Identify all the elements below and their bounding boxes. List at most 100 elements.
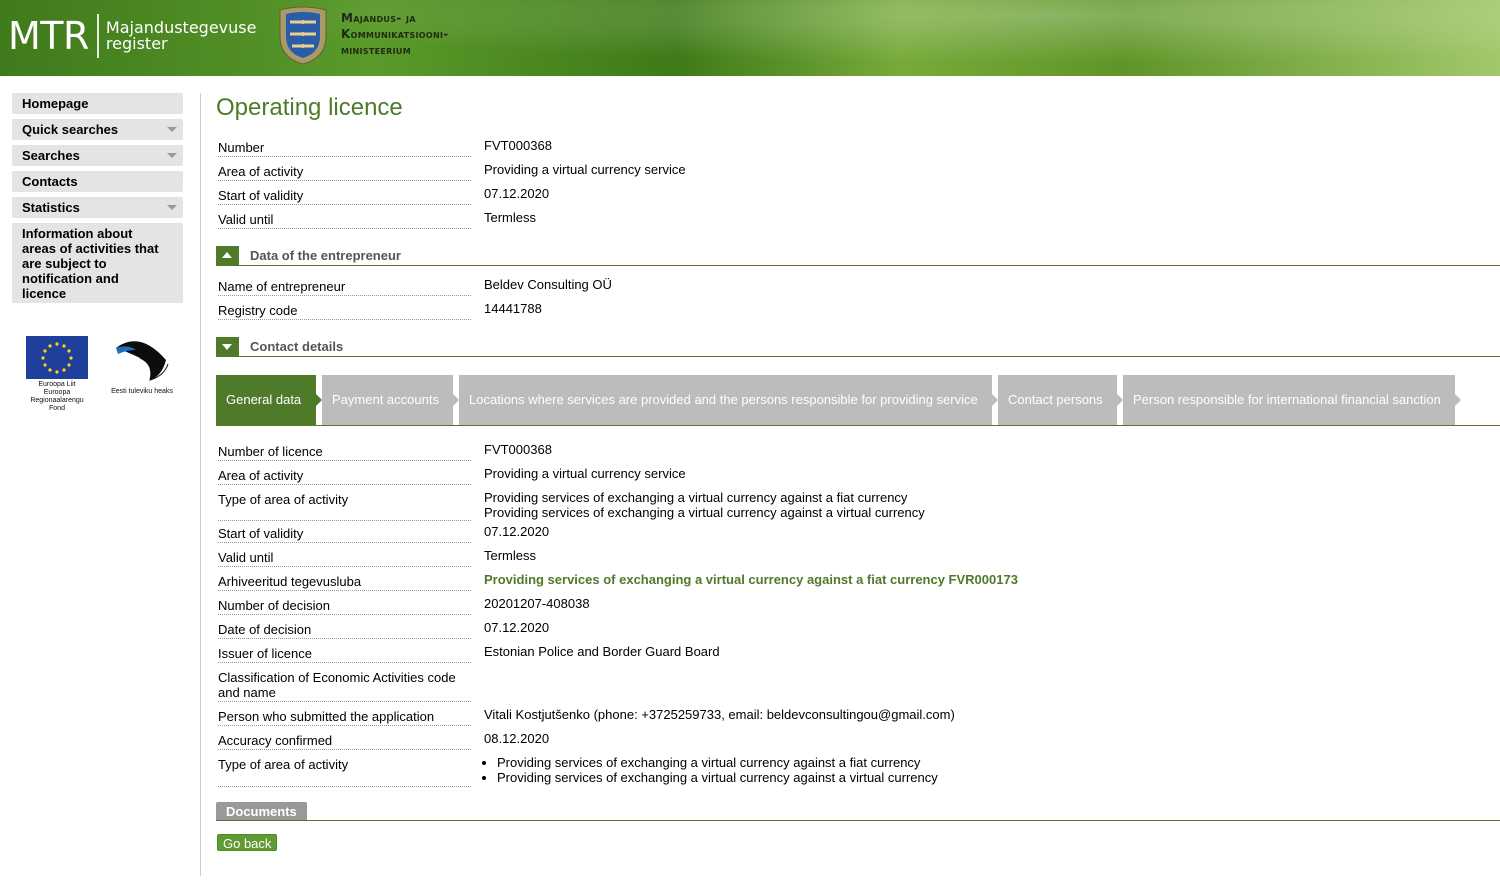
chevron-down-icon bbox=[167, 205, 177, 210]
field-value: Termless bbox=[484, 210, 537, 225]
field-value: 07.12.2020 bbox=[484, 524, 550, 539]
field-value: Providing a virtual currency service bbox=[484, 162, 686, 177]
field-label: Classification of Economic Activities co… bbox=[218, 670, 471, 702]
tab-label: Person responsible for international fin… bbox=[1133, 392, 1441, 407]
field-value: 07.12.2020 bbox=[484, 620, 550, 635]
field-label: Start of validity bbox=[218, 526, 471, 543]
eu-caption-line2: Euroopa bbox=[43, 389, 71, 396]
type-line2: Providing services of exchanging a virtu… bbox=[484, 505, 925, 520]
tab-locations[interactable]: Locations where services are provided an… bbox=[459, 375, 998, 425]
chevron-down-icon bbox=[167, 127, 177, 132]
nav-item-statistics[interactable]: Statistics bbox=[12, 197, 183, 218]
mtr-logo[interactable]: MTR Majandustegevuse register bbox=[8, 14, 256, 58]
chevron-up-icon bbox=[222, 252, 232, 258]
eesti-tuleviku-heaks-logo: Eesti tuleviku heaks bbox=[110, 336, 174, 396]
eu-caption: Euroopa Liit Euroopa Regionaalarengu Fon… bbox=[22, 381, 92, 413]
tab-contact-persons[interactable]: Contact persons bbox=[998, 375, 1123, 425]
nav-item-homepage[interactable]: Homepage bbox=[12, 93, 183, 114]
tab-bar: General data Payment accounts Locations … bbox=[216, 375, 1500, 426]
field-label: Date of decision bbox=[218, 622, 471, 639]
field-label: Area of activity bbox=[218, 468, 471, 485]
tab-label: General data bbox=[226, 392, 302, 407]
nav-item-label: Homepage bbox=[22, 96, 89, 111]
eu-regional-fund-logo: Euroopa Liit Euroopa Regionaalarengu Fon… bbox=[22, 336, 92, 413]
collapse-toggle-button[interactable] bbox=[216, 246, 239, 265]
field-value: Providing a virtual currency service bbox=[484, 466, 686, 481]
field-label: Person who submitted the application bbox=[218, 709, 471, 726]
field-label: Number of decision bbox=[218, 598, 471, 615]
field-value: Providing services of exchanging a virtu… bbox=[484, 490, 925, 520]
field-label: Area of activity bbox=[218, 164, 471, 181]
field-label: Number bbox=[218, 140, 471, 157]
nav-item-label: Quick searches bbox=[22, 122, 119, 137]
field-label: Type of area of activity bbox=[218, 492, 471, 521]
sidebar-divider bbox=[200, 93, 201, 876]
go-back-button[interactable]: Go back bbox=[217, 834, 278, 851]
ministry-line1: Majandus- ja bbox=[341, 11, 416, 25]
field-value: 20201207-408038 bbox=[484, 596, 590, 611]
field-label: Valid until bbox=[218, 550, 471, 567]
tab-sanction-person[interactable]: Person responsible for international fin… bbox=[1123, 375, 1461, 425]
eu-stars-icon bbox=[41, 342, 73, 374]
nav-item-label: Statistics bbox=[22, 200, 80, 215]
coat-of-arms-icon bbox=[279, 6, 327, 65]
eu-flag-icon bbox=[26, 336, 88, 379]
tab-general-data[interactable]: General data bbox=[216, 375, 322, 425]
chevron-down-icon bbox=[222, 344, 232, 350]
section-entrepreneur: Data of the entrepreneur bbox=[216, 246, 1500, 266]
field-value: 07.12.2020 bbox=[484, 186, 550, 201]
nav-item-label: Contacts bbox=[22, 174, 78, 189]
field-value: Beldev Consulting OÜ bbox=[484, 277, 612, 292]
field-label: Start of validity bbox=[218, 188, 471, 205]
ministry-line3: ministeerium bbox=[341, 43, 411, 57]
nav-item-information-activities[interactable]: Information about areas of activities th… bbox=[12, 223, 183, 303]
field-value: Termless bbox=[484, 548, 537, 563]
ministry-line2: Kommunikatsiooni- bbox=[341, 27, 449, 41]
page-title: Operating licence bbox=[216, 94, 403, 121]
eu-caption-line3: Regionaalarengu Fond bbox=[30, 397, 84, 412]
field-label: Arhiveeritud tegevusluba bbox=[218, 574, 471, 591]
documents-section: Documents bbox=[216, 802, 1500, 821]
field-value: 08.12.2020 bbox=[484, 731, 550, 746]
expand-toggle-button[interactable] bbox=[216, 337, 239, 356]
field-label: Type of area of activity bbox=[218, 757, 471, 787]
tab-label: Locations where services are provided an… bbox=[469, 392, 978, 407]
field-value: Vitali Kostjutšenko (phone: +3725259733,… bbox=[484, 707, 955, 722]
type-list: Providing services of exchanging a virtu… bbox=[497, 755, 938, 785]
type-line1: Providing services of exchanging a virtu… bbox=[484, 490, 908, 505]
nav-item-contacts[interactable]: Contacts bbox=[12, 171, 183, 192]
nav-item-searches[interactable]: Searches bbox=[12, 145, 183, 166]
logo-sub-line2: register bbox=[105, 34, 168, 53]
section-title: Contact details bbox=[250, 339, 344, 354]
list-item: Providing services of exchanging a virtu… bbox=[497, 755, 938, 770]
main-content: Operating licence Number FVT000368 Area … bbox=[216, 93, 1500, 851]
field-label: Name of entrepreneur bbox=[218, 279, 471, 296]
field-value: FVT000368 bbox=[484, 442, 552, 457]
eu-caption-line1: Euroopa Liit bbox=[38, 381, 76, 388]
documents-tab[interactable]: Documents bbox=[216, 802, 307, 820]
site-header: MTR Majandustegevuse register Majandus- … bbox=[0, 0, 1500, 76]
tab-payment-accounts[interactable]: Payment accounts bbox=[322, 375, 459, 425]
field-label: Issuer of licence bbox=[218, 646, 471, 663]
section-contact-details: Contact details bbox=[216, 337, 1500, 357]
logo-main-text: MTR bbox=[8, 14, 89, 58]
field-value: Providing services of exchanging a virtu… bbox=[484, 755, 938, 785]
nav-item-quick-searches[interactable]: Quick searches bbox=[12, 119, 183, 140]
tab-label: Payment accounts bbox=[332, 392, 439, 407]
field-label: Valid until bbox=[218, 212, 471, 229]
section-title: Data of the entrepreneur bbox=[250, 248, 401, 263]
field-label: Number of licence bbox=[218, 444, 471, 461]
logo-separator bbox=[96, 14, 99, 58]
tab-arrow bbox=[1455, 394, 1461, 406]
chevron-down-icon bbox=[167, 153, 177, 158]
field-value: 14441788 bbox=[484, 301, 542, 316]
ministry-name: Majandus- ja Kommunikatsiooni- ministeer… bbox=[341, 10, 449, 58]
field-value: FVT000368 bbox=[484, 138, 552, 153]
sidebar-nav: Homepage Quick searches Searches Contact… bbox=[12, 93, 183, 308]
est-caption: Eesti tuleviku heaks bbox=[111, 388, 173, 395]
field-label: Accuracy confirmed bbox=[218, 733, 471, 750]
logo-sub-text: Majandustegevuse register bbox=[106, 20, 257, 52]
field-value: Estonian Police and Border Guard Board bbox=[484, 644, 720, 659]
field-label: Registry code bbox=[218, 303, 471, 320]
archived-licence-link[interactable]: Providing services of exchanging a virtu… bbox=[484, 572, 1018, 587]
